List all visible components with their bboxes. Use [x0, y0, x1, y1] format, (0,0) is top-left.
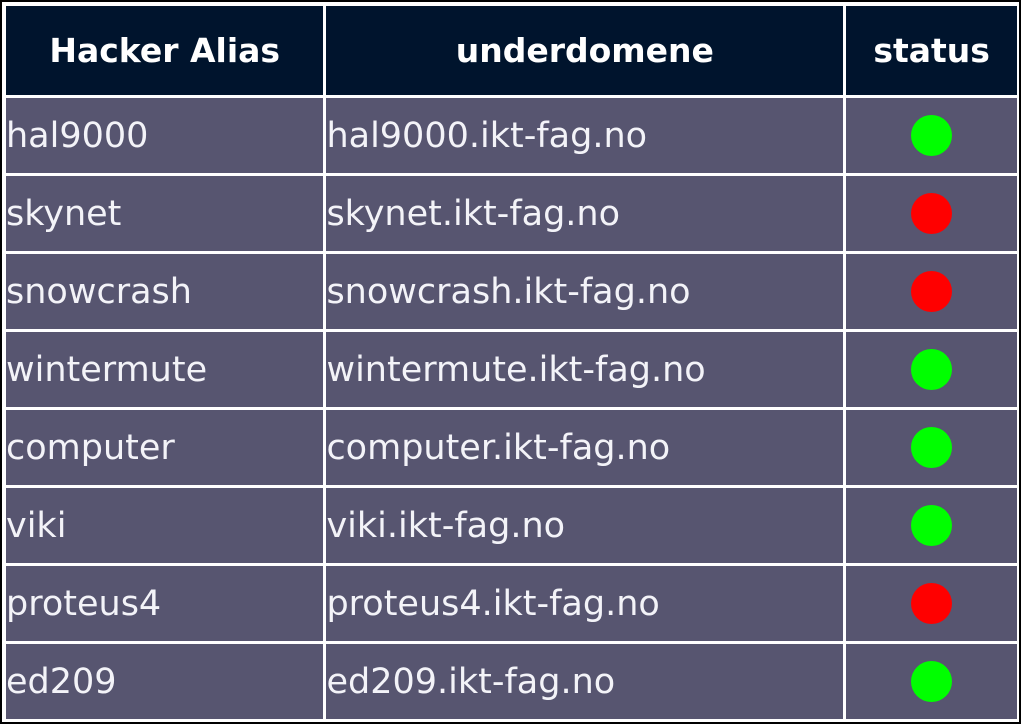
table-row: ed209 ed209.ikt-fag.no — [6, 644, 1017, 719]
status-dot-icon — [911, 427, 953, 469]
status-dot-icon — [911, 349, 953, 391]
domain-cell: snowcrash.ikt-fag.no — [326, 254, 844, 329]
status-cell — [846, 254, 1017, 329]
domain-cell: wintermute.ikt-fag.no — [326, 332, 844, 407]
header-hacker-alias: Hacker Alias — [6, 6, 324, 95]
alias-cell: ed209 — [6, 644, 324, 719]
alias-cell: computer — [6, 410, 324, 485]
status-dot-icon — [911, 271, 953, 313]
alias-cell: hal9000 — [6, 98, 324, 173]
table-row: snowcrash snowcrash.ikt-fag.no — [6, 254, 1017, 329]
domain-cell: hal9000.ikt-fag.no — [326, 98, 844, 173]
status-dot-icon — [911, 193, 953, 235]
domain-cell: computer.ikt-fag.no — [326, 410, 844, 485]
status-dot-icon — [911, 661, 953, 703]
table-row: wintermute wintermute.ikt-fag.no — [6, 332, 1017, 407]
status-cell — [846, 176, 1017, 251]
status-cell — [846, 644, 1017, 719]
domain-cell: ed209.ikt-fag.no — [326, 644, 844, 719]
table-row: hal9000 hal9000.ikt-fag.no — [6, 98, 1017, 173]
alias-cell: snowcrash — [6, 254, 324, 329]
table-row: proteus4 proteus4.ikt-fag.no — [6, 566, 1017, 641]
status-table-frame: Hacker Alias underdomene status hal9000 … — [0, 0, 1021, 724]
status-cell — [846, 332, 1017, 407]
status-cell — [846, 410, 1017, 485]
alias-cell: proteus4 — [6, 566, 324, 641]
domain-cell: skynet.ikt-fag.no — [326, 176, 844, 251]
status-cell — [846, 98, 1017, 173]
domain-cell: proteus4.ikt-fag.no — [326, 566, 844, 641]
status-dot-icon — [911, 505, 953, 547]
alias-cell: wintermute — [6, 332, 324, 407]
domain-cell: viki.ikt-fag.no — [326, 488, 844, 563]
alias-cell: skynet — [6, 176, 324, 251]
status-cell — [846, 488, 1017, 563]
header-status: status — [846, 6, 1017, 95]
header-underdomene: underdomene — [326, 6, 844, 95]
status-dot-icon — [911, 583, 953, 625]
table-row: computer computer.ikt-fag.no — [6, 410, 1017, 485]
table-row: viki viki.ikt-fag.no — [6, 488, 1017, 563]
hacker-status-table: Hacker Alias underdomene status hal9000 … — [3, 3, 1019, 722]
header-row: Hacker Alias underdomene status — [6, 6, 1017, 95]
status-cell — [846, 566, 1017, 641]
table-row: skynet skynet.ikt-fag.no — [6, 176, 1017, 251]
alias-cell: viki — [6, 488, 324, 563]
status-dot-icon — [911, 115, 953, 157]
